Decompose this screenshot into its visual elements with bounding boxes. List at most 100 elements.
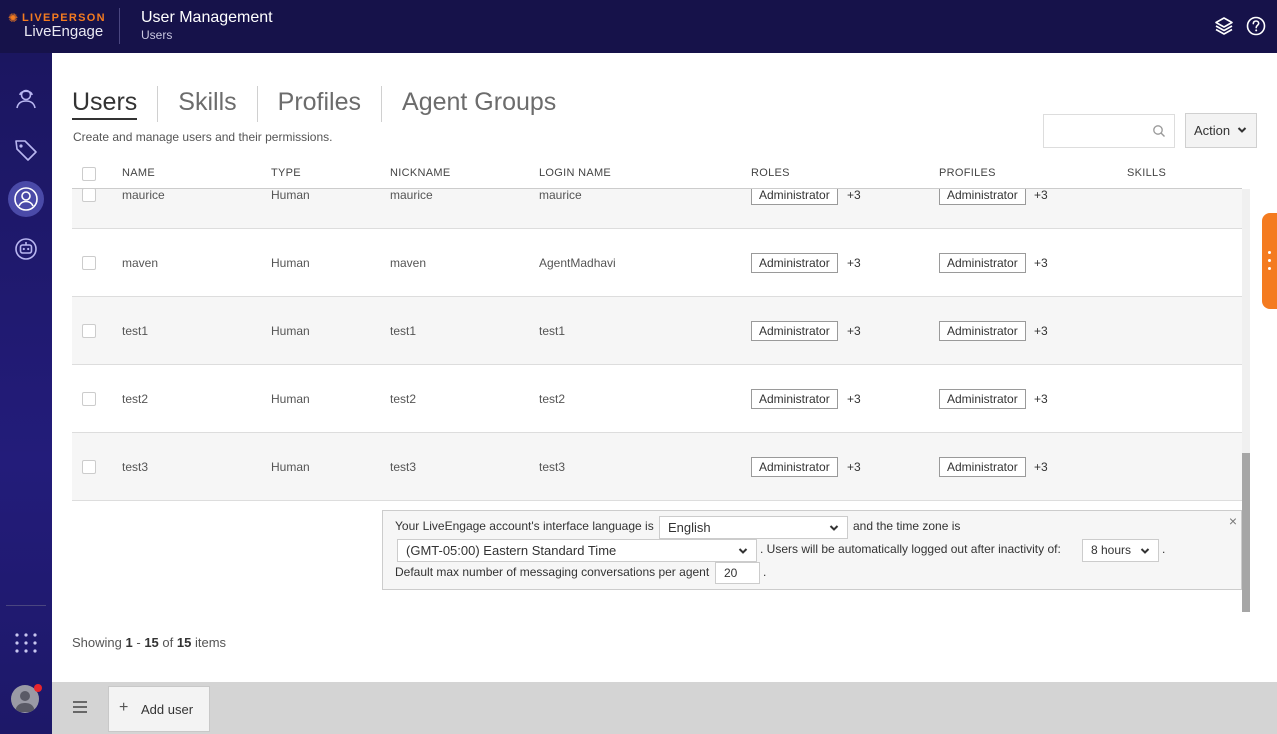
select-all-checkbox[interactable]: [82, 167, 96, 181]
column-header-profiles[interactable]: PROFILES: [939, 167, 996, 179]
profile-badge[interactable]: Administrator: [939, 189, 1026, 205]
liveengage-logo[interactable]: ✺ LIVEPERSON LiveEngage: [8, 12, 108, 42]
chevron-down-icon: [829, 525, 839, 531]
tab-profiles-label: Profiles: [277, 88, 362, 116]
cell-login-name: test1: [539, 324, 566, 338]
role-badge[interactable]: Administrator: [751, 253, 838, 273]
role-badge[interactable]: Administrator: [751, 321, 838, 341]
role-more-count[interactable]: +3: [847, 324, 861, 338]
max-conversations-input[interactable]: 20: [715, 562, 760, 584]
timezone-select[interactable]: (GMT-05:00) Eastern Standard Time: [397, 539, 757, 562]
pagination-total: 15: [176, 635, 192, 650]
cell-login-name: maurice: [539, 189, 582, 202]
section-tabs: Users Skills Profiles Agent Groups: [72, 86, 576, 122]
header-divider: [119, 8, 120, 44]
cell-nickname: maurice: [390, 189, 433, 202]
notice-text-max-conversations: Default max number of messaging conversa…: [395, 565, 710, 579]
profile-badge[interactable]: Administrator: [939, 457, 1026, 477]
cell-login-name: AgentMadhavi: [539, 256, 616, 270]
search-input[interactable]: [1043, 114, 1175, 148]
tab-agent-groups[interactable]: Agent Groups: [381, 86, 576, 122]
users-table-body: maurice Human maurice maurice Administra…: [72, 189, 1242, 501]
table-row[interactable]: maurice Human maurice maurice Administra…: [72, 189, 1242, 229]
language-value: English: [668, 520, 711, 535]
row-checkbox[interactable]: [82, 460, 96, 474]
notification-dot: [34, 684, 42, 692]
profile-more-count[interactable]: +3: [1034, 392, 1048, 406]
role-more-count[interactable]: +3: [847, 189, 861, 202]
column-header-nickname[interactable]: NICKNAME: [390, 167, 450, 179]
action-dropdown-button[interactable]: Action: [1185, 113, 1257, 148]
role-more-count[interactable]: +3: [847, 460, 861, 474]
column-header-roles[interactable]: ROLES: [751, 167, 790, 179]
page-description: Create and manage users and their permis…: [73, 130, 333, 144]
role-more-count[interactable]: +3: [847, 256, 861, 270]
tab-skills-label: Skills: [178, 88, 237, 116]
add-user-button[interactable]: + Add user: [108, 686, 210, 732]
language-select[interactable]: English: [659, 516, 848, 539]
column-header-skills[interactable]: SKILLS: [1127, 167, 1166, 179]
account-settings-notice: Your LiveEngage account's interface lang…: [382, 510, 1242, 590]
table-row[interactable]: test3 Human test3 test3 Administrator +3…: [72, 433, 1242, 501]
cell-login-name: test2: [539, 392, 566, 406]
liveperson-sun-icon: ✺: [8, 11, 19, 25]
close-icon[interactable]: ×: [1229, 513, 1237, 529]
profile-badge[interactable]: Administrator: [939, 321, 1026, 341]
apps-grid-icon[interactable]: [11, 628, 41, 658]
cell-type: Human: [271, 324, 310, 338]
bot-icon[interactable]: [11, 234, 41, 264]
profile-more-count[interactable]: +3: [1034, 324, 1048, 338]
column-header-type[interactable]: TYPE: [271, 167, 301, 179]
timezone-value: (GMT-05:00) Eastern Standard Time: [406, 543, 617, 558]
row-checkbox[interactable]: [82, 256, 96, 270]
pagination-of: of: [162, 635, 174, 650]
cell-type: Human: [271, 256, 310, 270]
profile-badge[interactable]: Administrator: [939, 389, 1026, 409]
inactivity-select[interactable]: 8 hours: [1082, 539, 1159, 562]
chevron-down-icon: [1140, 548, 1150, 554]
bottom-toolbar: + Add user: [52, 682, 1277, 734]
role-badge[interactable]: Administrator: [751, 457, 838, 477]
pagination-dash: -: [136, 635, 141, 650]
role-badge[interactable]: Administrator: [751, 189, 838, 205]
table-row[interactable]: test2 Human test2 test2 Administrator +3…: [72, 365, 1242, 433]
column-header-login-name[interactable]: LOGIN NAME: [539, 167, 611, 179]
side-panel-toggle[interactable]: [1262, 213, 1277, 309]
notice-period: .: [1162, 542, 1166, 556]
cell-name: test3: [122, 460, 149, 474]
profile-more-count[interactable]: +3: [1034, 256, 1048, 270]
table-row[interactable]: test1 Human test1 test1 Administrator +3…: [72, 297, 1242, 365]
agent-icon[interactable]: [11, 84, 41, 114]
table-row[interactable]: maven Human maven AgentMadhavi Administr…: [72, 229, 1242, 297]
row-checkbox[interactable]: [82, 324, 96, 338]
cell-nickname: test3: [390, 460, 417, 474]
role-badge[interactable]: Administrator: [751, 389, 838, 409]
notice-period-2: .: [763, 565, 767, 579]
tab-agent-groups-label: Agent Groups: [402, 88, 557, 116]
users-icon[interactable]: [11, 184, 41, 214]
chevron-down-icon: [1237, 127, 1247, 133]
cell-name: maurice: [122, 189, 165, 202]
table-header: NAME TYPE NICKNAME LOGIN NAME ROLES PROF…: [72, 160, 1242, 189]
cell-nickname: test2: [390, 392, 417, 406]
row-checkbox[interactable]: [82, 189, 96, 202]
notice-text-inactivity: . Users will be automatically logged out…: [760, 542, 1061, 556]
role-more-count[interactable]: +3: [847, 392, 861, 406]
table-scrollbar-thumb[interactable]: [1242, 453, 1250, 612]
tab-skills[interactable]: Skills: [157, 86, 256, 122]
tag-icon[interactable]: [11, 135, 41, 165]
tab-users[interactable]: Users: [72, 86, 157, 122]
column-header-name[interactable]: NAME: [122, 167, 155, 179]
layers-icon[interactable]: [1213, 15, 1235, 37]
tab-users-label: Users: [72, 88, 138, 120]
pagination-from: 1: [125, 635, 133, 650]
notice-text-language: Your LiveEngage account's interface lang…: [395, 519, 654, 533]
profile-more-count[interactable]: +3: [1034, 189, 1048, 202]
profile-more-count[interactable]: +3: [1034, 460, 1048, 474]
tab-profiles[interactable]: Profiles: [256, 86, 381, 122]
cell-type: Human: [271, 189, 310, 202]
help-icon[interactable]: [1245, 15, 1267, 37]
menu-icon[interactable]: [72, 699, 88, 715]
profile-badge[interactable]: Administrator: [939, 253, 1026, 273]
row-checkbox[interactable]: [82, 392, 96, 406]
